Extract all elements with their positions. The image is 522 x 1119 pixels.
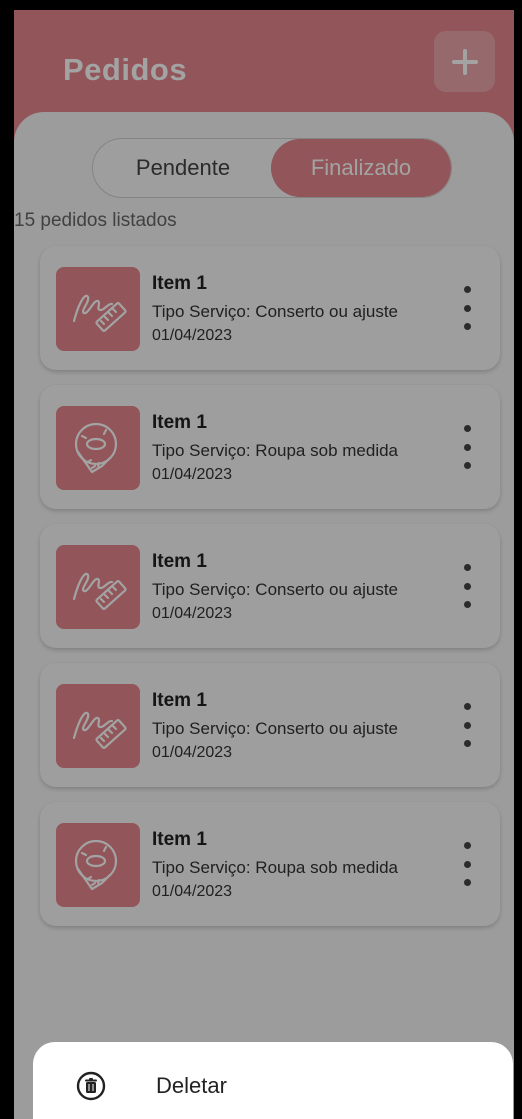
app-screen: Pedidos Pendente Finalizado 15 pedidos l… xyxy=(14,10,514,1119)
more-options-icon[interactable] xyxy=(458,703,476,747)
page-title: Pedidos xyxy=(63,52,188,87)
item-service-type: Tipo Serviço: Conserto ou ajuste xyxy=(152,580,398,599)
measuring-tape-icon xyxy=(56,406,140,490)
bottom-sheet: Deletar xyxy=(33,1042,513,1119)
list-item[interactable]: Item 1 Tipo Serviço: Conserto ou ajuste 01… xyxy=(40,246,500,370)
tab-pendente[interactable]: Pendente xyxy=(93,139,273,197)
item-service-type: Tipo Serviço: Conserto ou ajuste xyxy=(152,302,398,321)
item-date: 01/04/2023 xyxy=(152,744,233,761)
list-item[interactable]: Item 1 Tipo Serviço: Conserto ou ajuste 01… xyxy=(40,663,500,787)
more-options-icon[interactable] xyxy=(458,286,476,330)
list-item[interactable]: Item 1 Tipo Serviço: Roupa sob medida 01/0… xyxy=(40,802,500,926)
item-service-type: Tipo Serviço: Roupa sob medida xyxy=(152,858,399,877)
needle-thread-icon xyxy=(56,267,140,351)
plus-icon xyxy=(451,48,478,75)
more-options-icon[interactable] xyxy=(458,842,476,886)
item-date: 01/04/2023 xyxy=(152,605,233,622)
item-date: 01/04/2023 xyxy=(152,327,233,344)
more-options-icon[interactable] xyxy=(458,564,476,608)
needle-thread-icon xyxy=(56,684,140,768)
item-name: Item 1 xyxy=(152,412,207,433)
list-item[interactable]: Item 1 Tipo Serviço: Roupa sob medida 01/0… xyxy=(40,385,500,509)
status-segmented-control: Pendente Finalizado xyxy=(92,138,452,198)
item-name: Item 1 xyxy=(152,829,207,850)
item-name: Item 1 xyxy=(152,551,207,572)
add-order-button[interactable] xyxy=(434,31,495,92)
item-date: 01/04/2023 xyxy=(152,466,233,483)
item-service-type: Tipo Serviço: Conserto ou ajuste xyxy=(152,719,398,738)
item-service-type: Tipo Serviço: Roupa sob medida xyxy=(152,441,399,460)
tab-finalizado[interactable]: Finalizado xyxy=(271,139,451,197)
measuring-tape-icon xyxy=(56,823,140,907)
more-options-icon[interactable] xyxy=(458,425,476,469)
delete-label: Deletar xyxy=(156,1073,227,1098)
item-name: Item 1 xyxy=(152,690,207,711)
needle-thread-icon xyxy=(56,545,140,629)
item-name: Item 1 xyxy=(152,273,207,294)
trash-icon xyxy=(76,1071,106,1101)
item-date: 01/04/2023 xyxy=(152,883,233,900)
orders-count: 15 pedidos listados xyxy=(14,210,177,231)
list-item[interactable]: Item 1 Tipo Serviço: Conserto ou ajuste 01… xyxy=(40,524,500,648)
